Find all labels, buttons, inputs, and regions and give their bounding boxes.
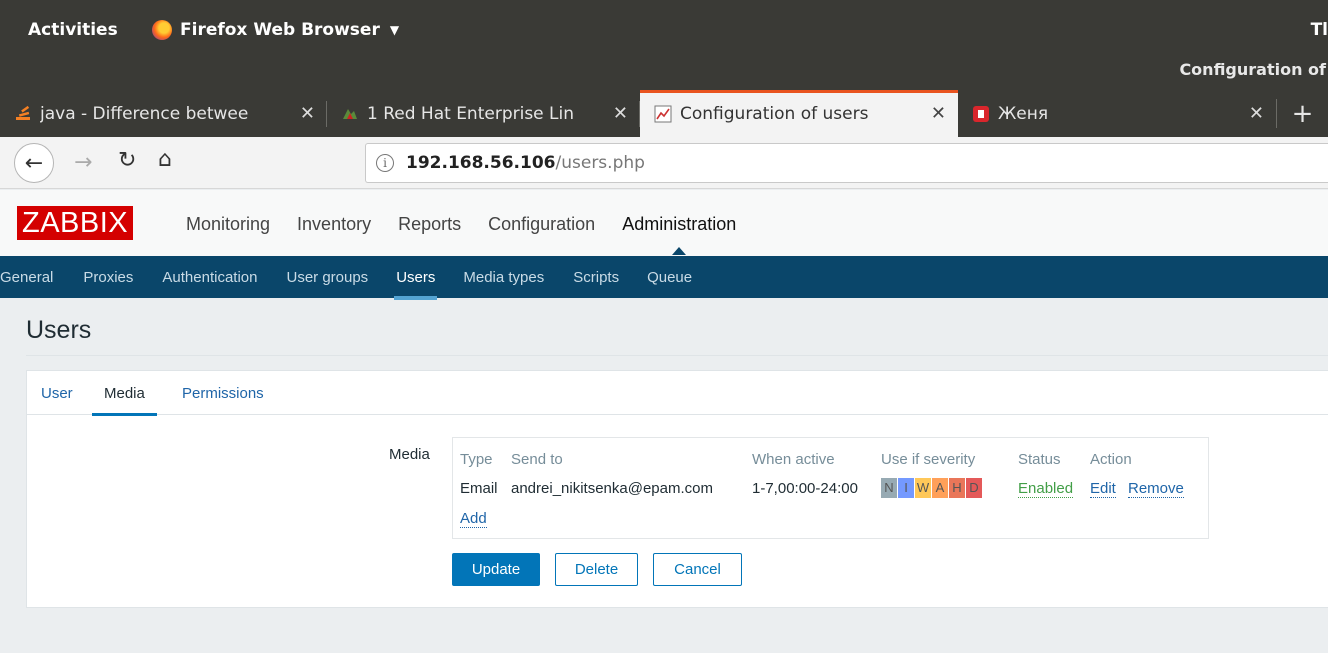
forward-button[interactable]: → (74, 150, 92, 175)
update-button[interactable]: Update (452, 553, 540, 586)
zabbix-page-icon (654, 105, 672, 123)
form-tabs: User Media Permissions (27, 371, 1328, 416)
zabbix-header: ZABBIX Monitoring Inventory Reports Conf… (0, 190, 1328, 256)
column-header: Type (460, 451, 493, 468)
column-header: Status (1018, 451, 1061, 468)
column-header: Use if severity (881, 451, 976, 468)
window-title: Configuration of (1179, 60, 1326, 79)
close-icon[interactable]: ✕ (931, 103, 946, 124)
bookmark-app-icon (972, 105, 990, 123)
tab-label: 1 Red Hat Enterprise Lin (367, 103, 575, 124)
page-title: Users (26, 316, 92, 344)
arrow-left-icon: ← (24, 150, 44, 176)
submenu-queue[interactable]: Queue (647, 269, 692, 286)
firefox-icon (152, 20, 172, 40)
navigation-toolbar: ← → ↻ ⌂ i 192.168.56.106/users.php (0, 137, 1328, 189)
media-field-label: Media (389, 446, 430, 463)
column-header: Action (1090, 451, 1132, 468)
close-icon[interactable]: ✕ (300, 103, 315, 124)
menu-administration[interactable]: Administration (622, 214, 736, 255)
app-menu-label: Firefox Web Browser (180, 20, 380, 40)
main-menu: Monitoring Inventory Reports Configurati… (186, 214, 763, 255)
media-type-cell: Email (460, 480, 498, 497)
tab-java[interactable]: java - Difference betwee ✕ (0, 90, 327, 137)
chevron-down-icon: ▼ (389, 23, 400, 37)
submenu-proxies[interactable]: Proxies (83, 269, 133, 286)
menu-configuration[interactable]: Configuration (488, 214, 595, 235)
cancel-button[interactable]: Cancel (653, 553, 742, 586)
tab-zhenya[interactable]: Женя ✕ (958, 90, 1276, 137)
severity-badge: H (949, 478, 966, 498)
zabbix-logo[interactable]: ZABBIX (17, 206, 134, 240)
clock[interactable]: Tl (1311, 20, 1328, 40)
edit-link[interactable]: Edit (1090, 480, 1116, 498)
url-bar[interactable]: i 192.168.56.106/users.php (365, 143, 1328, 183)
when-active-cell: 1-7,00:00-24:00 (752, 480, 858, 497)
severity-badge: I (898, 478, 915, 498)
severity-badge: D (966, 478, 983, 498)
home-button[interactable]: ⌂ (158, 147, 172, 172)
submenu-media-types[interactable]: Media types (463, 269, 544, 286)
tab-label: Женя (998, 103, 1049, 124)
back-button[interactable]: ← (14, 143, 54, 183)
menu-monitoring[interactable]: Monitoring (186, 214, 270, 235)
tab-redhat[interactable]: 1 Red Hat Enterprise Lin ✕ (327, 90, 640, 137)
menu-inventory[interactable]: Inventory (297, 214, 371, 235)
url-path: /users.php (555, 153, 645, 173)
severity-badges: NIWAHD (881, 478, 983, 498)
tab-label: Configuration of users (680, 103, 869, 124)
activities-button[interactable]: Activities (28, 20, 118, 40)
severity-badge: N (881, 478, 898, 498)
user-form-panel: User Media Permissions Media Type Send t… (26, 370, 1328, 608)
media-table: Type Send to When active Use if severity… (452, 437, 1209, 539)
app-menu[interactable]: Firefox Web Browser ▼ (152, 20, 399, 40)
remove-link[interactable]: Remove (1128, 480, 1184, 498)
submenu-general[interactable]: General (0, 269, 53, 286)
column-header: When active (752, 451, 835, 468)
close-icon[interactable]: ✕ (1249, 103, 1264, 124)
tab-user[interactable]: User (41, 385, 73, 402)
window-titlebar: Configuration of (0, 40, 1328, 90)
title-divider (26, 355, 1328, 356)
new-tab-button[interactable]: + (1276, 99, 1328, 129)
tab-strip: java - Difference betwee ✕ 1 Red Hat Ent… (0, 90, 1328, 137)
java-icon (14, 105, 32, 123)
tab-media[interactable]: Media (92, 385, 157, 416)
severity-badge: A (932, 478, 949, 498)
arrow-right-icon: → (74, 150, 93, 175)
home-icon: ⌂ (158, 147, 172, 172)
redhat-icon (341, 105, 359, 123)
close-icon[interactable]: ✕ (613, 103, 628, 124)
tab-configuration-of-users[interactable]: Configuration of users ✕ (640, 90, 958, 137)
submenu-user-groups[interactable]: User groups (286, 269, 368, 286)
add-media-link[interactable]: Add (460, 510, 487, 528)
menu-reports[interactable]: Reports (398, 214, 461, 235)
submenu-users[interactable]: Users (394, 269, 438, 300)
submenu-authentication[interactable]: Authentication (162, 269, 257, 286)
info-icon[interactable]: i (376, 154, 394, 172)
column-header: Send to (511, 451, 563, 468)
submenu-scripts[interactable]: Scripts (573, 269, 619, 286)
send-to-cell: andrei_nikitsenka@epam.com (511, 480, 713, 497)
sub-menu: General Proxies Authentication User grou… (0, 256, 1328, 300)
url-host: 192.168.56.106 (406, 153, 556, 173)
tab-label: java - Difference betwee (40, 103, 249, 124)
reload-icon: ↻ (118, 148, 137, 173)
delete-button[interactable]: Delete (555, 553, 638, 586)
severity-badge: W (915, 478, 932, 498)
status-enabled-link[interactable]: Enabled (1018, 480, 1074, 498)
reload-button[interactable]: ↻ (118, 148, 136, 173)
tab-permissions[interactable]: Permissions (182, 385, 264, 402)
